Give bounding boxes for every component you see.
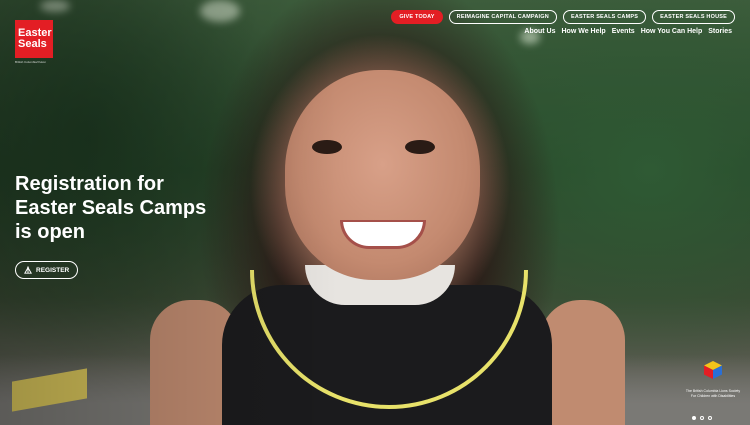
hero-headline: Registration for Easter Seals Camps is o… [15, 172, 255, 244]
carousel-dot-1[interactable] [692, 416, 696, 420]
cube-icon [704, 361, 722, 379]
headline-line-3: is open [15, 221, 86, 243]
top-action-buttons: GIVE TODAY REIMAGINE CAPITAL CAMPAIGN EA… [391, 10, 735, 24]
easter-seals-logo[interactable]: Easter Seals [15, 20, 53, 58]
carousel-dot-3[interactable] [708, 416, 712, 420]
nav-item-stories[interactable]: Stories [708, 28, 732, 35]
logo-tagline: British Columbia/Yukon [15, 60, 47, 64]
bc-lions-society-logo[interactable]: The British Columbia Lions Society For C… [684, 360, 742, 398]
give-today-button[interactable]: GIVE TODAY [391, 10, 443, 24]
logo-line-2: Seals [18, 38, 47, 50]
easter-seals-house-button[interactable]: EASTER SEALS HOUSE [652, 10, 735, 24]
nav-item-events[interactable]: Events [612, 28, 635, 35]
nav-item-how-you-can-help[interactable]: How You Can Help [641, 28, 703, 35]
nav-item-about-us[interactable]: About Us [524, 28, 555, 35]
easter-seals-camps-button[interactable]: EASTER SEALS CAMPS [562, 10, 647, 24]
tent-icon [24, 266, 32, 274]
carousel-dots [692, 416, 712, 420]
headline-line-2: Easter Seals Camps [15, 197, 207, 219]
partner-text-2: For Children with Disabilities [690, 393, 736, 398]
partner-text-1: The British Columbia Lions Society [685, 389, 741, 393]
nav-item-how-we-help[interactable]: How We Help [562, 28, 606, 35]
register-label: REGISTER [36, 266, 70, 274]
carousel-dot-2[interactable] [700, 416, 704, 420]
register-button[interactable]: REGISTER [15, 261, 79, 279]
headline-line-1: Registration for [15, 173, 164, 195]
main-nav: About Us How We Help Events How You Can … [524, 28, 732, 35]
reimagine-capital-campaign-button[interactable]: REIMAGINE CAPITAL CAMPAIGN [448, 10, 557, 24]
